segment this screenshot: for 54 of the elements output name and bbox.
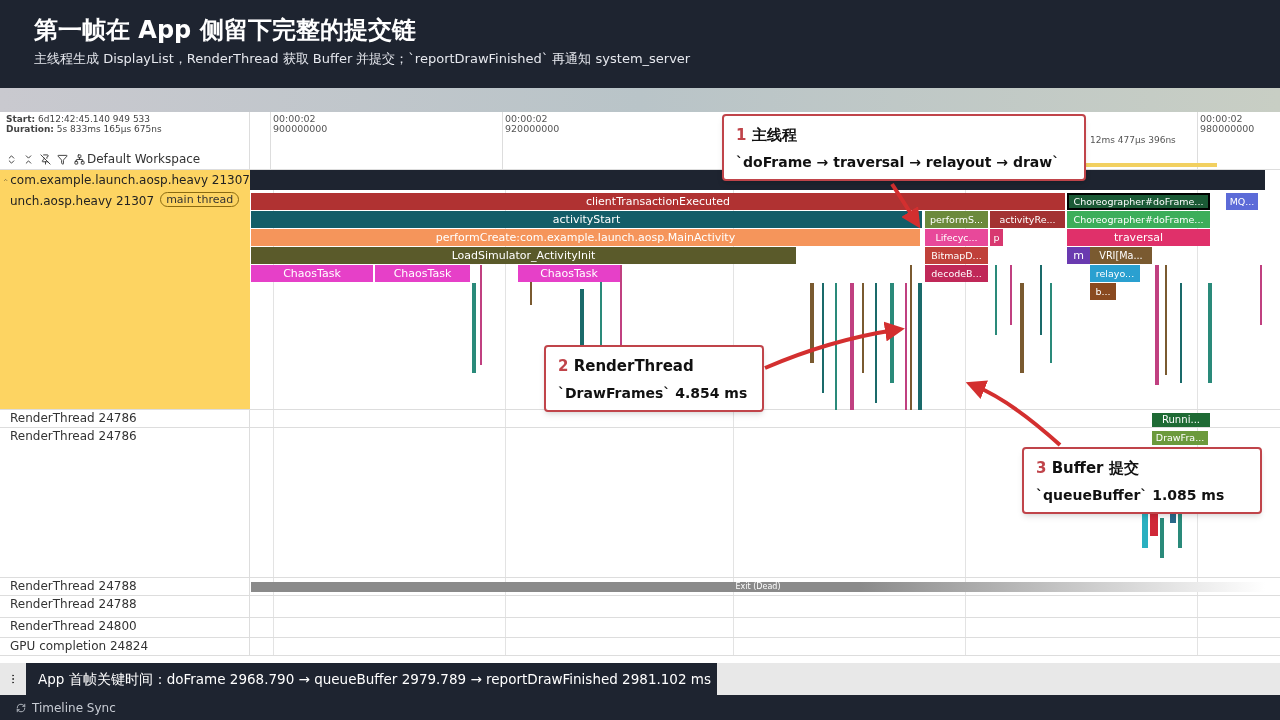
- trace-slice[interactable]: MQ...: [1226, 193, 1258, 210]
- filter-icon[interactable]: [57, 153, 68, 165]
- trace-start: Start: 6d12:42:45.140 949 533: [6, 114, 152, 124]
- unpin-icon[interactable]: [40, 153, 51, 165]
- track-name: GPU completion 24824: [10, 638, 149, 655]
- trace-slice[interactable]: ChaosTask: [251, 265, 373, 282]
- trace-slice[interactable]: p: [990, 229, 1003, 246]
- track-name: RenderThread 24788: [10, 596, 137, 613]
- trace-slice[interactable]: VRI[Ma...: [1090, 247, 1152, 264]
- trace-slice[interactable]: activityStart: [251, 211, 922, 228]
- trace-slice[interactable]: LoadSimulator_ActivityInit: [251, 247, 796, 264]
- status-caption: App 首帧关键时间：doFrame 2968.790 → queueBuffer 2979.789 → reportDrawFinished 2981.102 ms: [26, 663, 717, 695]
- callout-arrow: [890, 182, 921, 229]
- track-name: RenderThread 24786: [10, 428, 137, 445]
- callout-detail: `DrawFrames` 4.854 ms: [558, 383, 749, 402]
- track-name: RenderThread 24786: [10, 410, 137, 427]
- range-measure: 12ms 477μs 396ns: [1090, 134, 1176, 147]
- trace-slice[interactable]: DrawFra...: [1152, 431, 1208, 445]
- trace-slice[interactable]: BitmapD...: [925, 247, 988, 264]
- trace-slice[interactable]: Choreographer#doFrame...: [1067, 211, 1210, 228]
- sync-icon: [16, 702, 26, 713]
- time-tick-label: 00:00:02 900000000: [273, 114, 328, 134]
- trace-slice[interactable]: traversal: [1067, 229, 1210, 246]
- callout-title: 3 Buffer 提交: [1036, 458, 1140, 479]
- track-name: unch.aosp.heavy 21307: [10, 193, 155, 210]
- callout-title: 2 RenderThread: [558, 356, 695, 377]
- collapse-all-icon[interactable]: [23, 153, 34, 165]
- trace-slice[interactable]: m: [1067, 247, 1090, 264]
- callout-title: 1 主线程: [736, 125, 798, 146]
- slide-title: 第一帧在 App 侧留下完整的提交链: [34, 18, 417, 42]
- trace-slice[interactable]: clientTransactionExecuted: [251, 193, 1065, 210]
- trace-slice[interactable]: Runni...: [1152, 413, 1210, 427]
- trace-slice[interactable]: Choreographer#doFrame...: [1067, 193, 1210, 210]
- time-tick-label: 00:00:02 980000000: [1200, 114, 1255, 134]
- expand-all-icon[interactable]: [6, 153, 17, 165]
- time-tick-label: 00:00:02 920000000: [505, 114, 560, 134]
- callout-detail: `doFrame → traversal → relayout → draw`: [736, 152, 1061, 171]
- callout-detail: `queueBuffer` 1.085 ms: [1036, 485, 1226, 504]
- slide-subtitle: 主线程生成 DisplayList，RenderThread 获取 Buffer 并提交；`reportDrawFinished` 再通知 system_server: [34, 52, 692, 65]
- process-header[interactable]: com.example.launch.aosp.heavy 21307: [0, 170, 250, 190]
- timeline-sync-tab[interactable]: Timeline Sync: [16, 698, 116, 717]
- trace-slice[interactable]: performS...: [925, 211, 988, 228]
- trace-slice[interactable]: relayo...: [1090, 265, 1140, 282]
- track-name: RenderThread 24788: [10, 578, 137, 595]
- workspace-icon: [74, 153, 85, 165]
- workspace-button[interactable]: Default Workspace: [74, 150, 201, 168]
- track-name: RenderThread 24800: [10, 618, 137, 635]
- trace-slice[interactable]: b...: [1090, 283, 1116, 300]
- trace-slice[interactable]: ChaosTask: [518, 265, 620, 282]
- trace-slice[interactable]: ChaosTask: [375, 265, 470, 282]
- trace-slice[interactable]: Lifecyc...: [925, 229, 988, 246]
- trace-slice[interactable]: activityRe...: [990, 211, 1065, 228]
- trace-slice[interactable]: decodeB...: [925, 265, 988, 282]
- trace-duration: Duration: 5s 833ms 165μs 675ns: [6, 124, 163, 134]
